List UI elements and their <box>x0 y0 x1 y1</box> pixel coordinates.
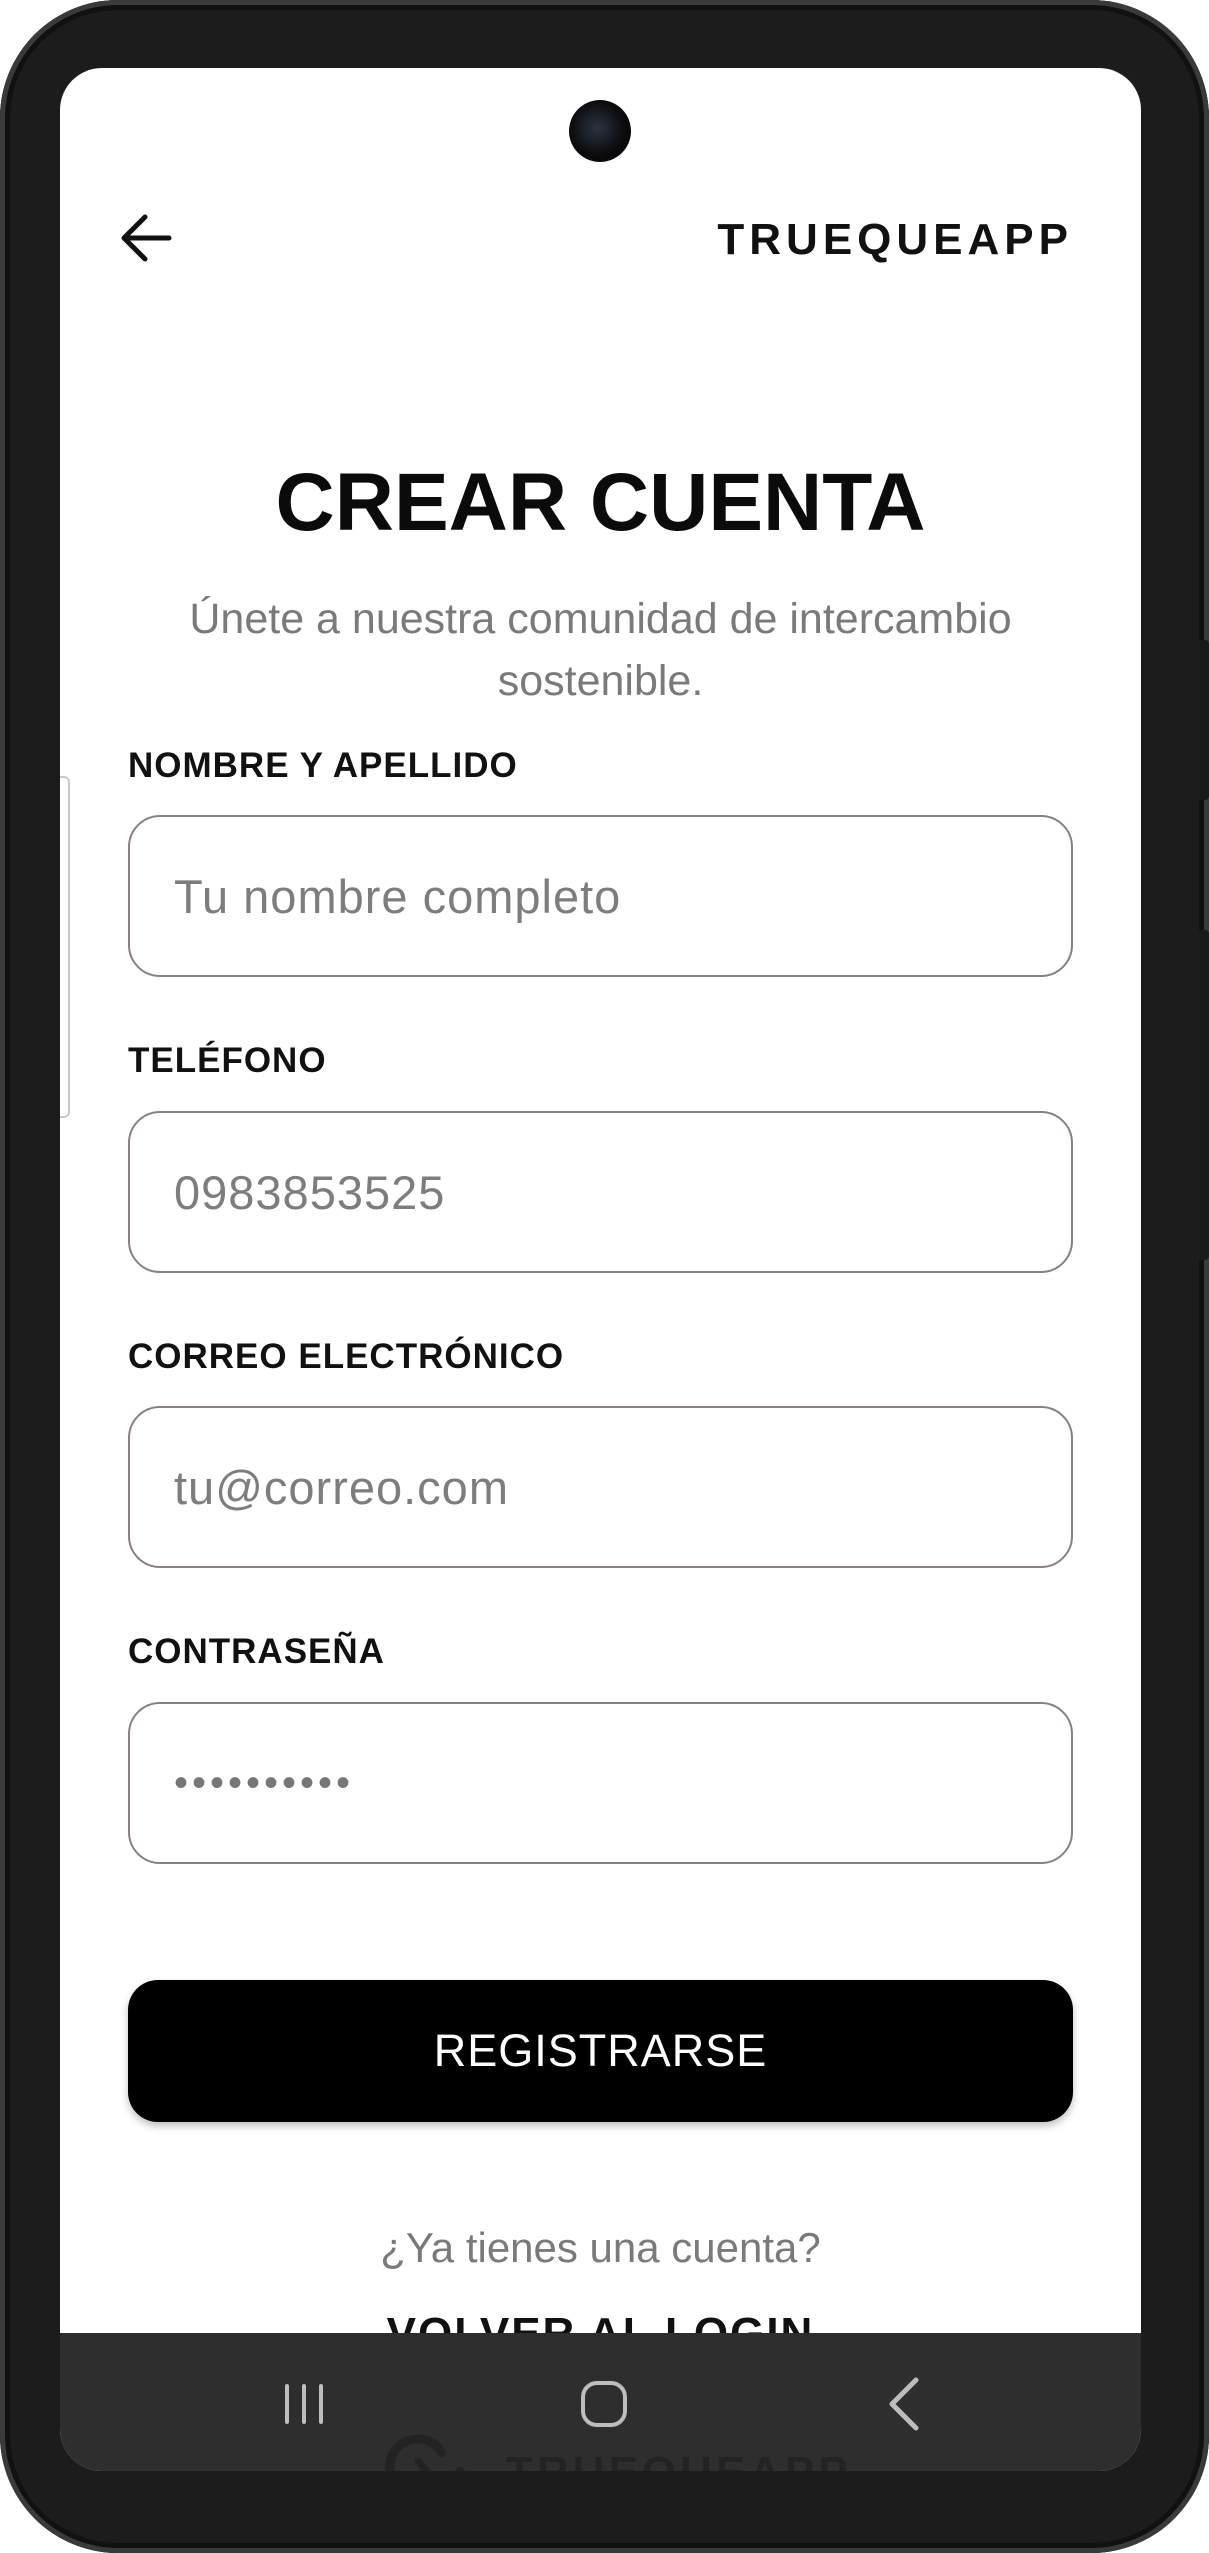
page-subtitle: Únete a nuestra comunidad de intercambio… <box>189 595 1012 705</box>
page-title: CREAR CUENTA <box>275 457 926 548</box>
power-button <box>1199 640 1209 800</box>
name-field[interactable] <box>128 815 1073 977</box>
chevron-left-icon <box>884 2376 924 2437</box>
exchange-logo-icon <box>370 2431 480 2471</box>
have-account-text: ¿Ya tienes una cuenta? <box>380 2224 821 2271</box>
front-camera <box>569 100 631 162</box>
edge-panel-handle[interactable] <box>60 776 70 1118</box>
recent-apps-button[interactable] <box>254 2356 354 2456</box>
email-field[interactable] <box>128 1406 1073 1568</box>
phone-label: TELÉFONO <box>128 1041 327 1080</box>
arrow-left-icon <box>119 213 173 268</box>
home-button[interactable] <box>554 2356 654 2456</box>
register-button[interactable]: REGISTRARSE <box>128 1980 1073 2122</box>
name-label: NOMBRE Y APELLIDO <box>128 746 518 785</box>
back-button[interactable] <box>106 200 186 280</box>
email-label: CORREO ELECTRÓNICO <box>128 1337 565 1376</box>
screen: TRUEQUEAPP CREAR CUENTA Únete a nuestra … <box>60 68 1141 2471</box>
phone-field[interactable] <box>128 1111 1073 1273</box>
volume-button <box>1199 930 1209 1260</box>
password-label: CONTRASEÑA <box>128 1632 385 1671</box>
device: TRUEQUEAPP CREAR CUENTA Únete a nuestra … <box>0 0 1209 2553</box>
recent-apps-icon <box>279 2382 329 2431</box>
app-brand: TRUEQUEAPP <box>717 215 1073 264</box>
password-field[interactable]: •••••••••• <box>128 1702 1073 1864</box>
home-icon <box>578 2378 630 2435</box>
system-back-button[interactable] <box>854 2356 954 2456</box>
password-value: •••••••••• <box>174 1760 355 1805</box>
